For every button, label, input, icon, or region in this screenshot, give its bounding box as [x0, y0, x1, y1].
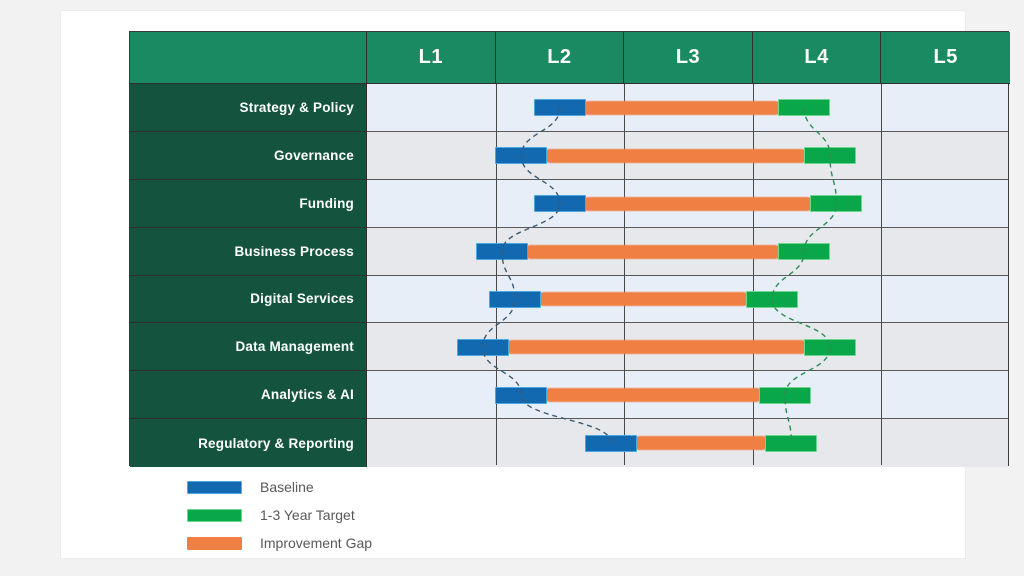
baseline-bar — [533, 99, 586, 117]
column-header-l4: L4 — [752, 32, 882, 84]
target-bar — [810, 195, 863, 213]
baseline-bar — [585, 434, 638, 452]
slide-canvas: L1 L2 L3 L4 L5 Strategy & Policy Governance Fun… — [0, 0, 1024, 576]
column-header-l2: L2 — [495, 32, 625, 84]
baseline-bar — [495, 386, 548, 404]
legend-item: Baseline — [129, 473, 529, 501]
matrix-grid: L1 L2 L3 L4 L5 Strategy & Policy Governance Fun… — [130, 32, 1010, 467]
legend-label: Baseline — [260, 479, 314, 495]
maturity-matrix-table: L1 L2 L3 L4 L5 Strategy & Policy Governance Fun… — [129, 31, 1010, 467]
column-header-l1: L1 — [367, 32, 496, 84]
improvement-gap-bar — [581, 196, 815, 211]
baseline-bar — [495, 147, 548, 165]
row-header-digital-services: Digital Services — [130, 275, 367, 324]
improvement-gap-bar — [524, 244, 783, 259]
row-header-data-management: Data Management — [130, 323, 367, 372]
column-divider — [495, 84, 497, 465]
baseline-bar — [488, 290, 541, 308]
column-divider — [881, 84, 883, 465]
column-header-l5: L5 — [881, 32, 1010, 84]
legend-item: Improvement Gap — [129, 529, 529, 557]
row-header-regulatory-reporting: Regulatory & Reporting — [130, 419, 367, 467]
matrix-corner-cell — [130, 32, 367, 84]
column-header-l3: L3 — [624, 32, 753, 84]
legend-swatch-gap — [187, 536, 242, 550]
legend-label: 1-3 Year Target — [260, 507, 355, 523]
improvement-gap-bar — [536, 292, 751, 307]
chart-legend: Baseline 1-3 Year Target Improvement Gap — [129, 473, 529, 557]
chart-card: L1 L2 L3 L4 L5 Strategy & Policy Governance Fun… — [61, 11, 1010, 558]
improvement-gap-bar — [504, 340, 808, 355]
row-header-funding: Funding — [130, 179, 367, 228]
column-divider — [752, 84, 754, 465]
improvement-gap-bar — [543, 148, 808, 163]
improvement-gap-bar — [633, 436, 770, 451]
improvement-gap-bar — [581, 100, 783, 115]
improvement-gap-bar — [543, 388, 763, 403]
target-bar — [765, 434, 818, 452]
row-header-analytics-ai: Analytics & AI — [130, 371, 367, 420]
target-bar — [746, 290, 799, 308]
target-bar — [778, 99, 831, 117]
baseline-bar — [476, 243, 529, 261]
legend-swatch-baseline — [187, 480, 242, 494]
target-bar — [778, 243, 831, 261]
baseline-bar — [456, 338, 509, 356]
target-bar — [803, 338, 856, 356]
row-header-governance: Governance — [130, 131, 367, 180]
row-header-strategy-policy: Strategy & Policy — [130, 84, 367, 132]
row-header-business-process: Business Process — [130, 227, 367, 276]
column-divider — [624, 84, 626, 465]
legend-swatch-target — [187, 508, 242, 522]
legend-label: Improvement Gap — [260, 535, 373, 551]
baseline-bar — [533, 195, 586, 213]
legend-item: 1-3 Year Target — [129, 501, 529, 529]
target-bar — [803, 147, 856, 165]
target-bar — [758, 386, 811, 404]
